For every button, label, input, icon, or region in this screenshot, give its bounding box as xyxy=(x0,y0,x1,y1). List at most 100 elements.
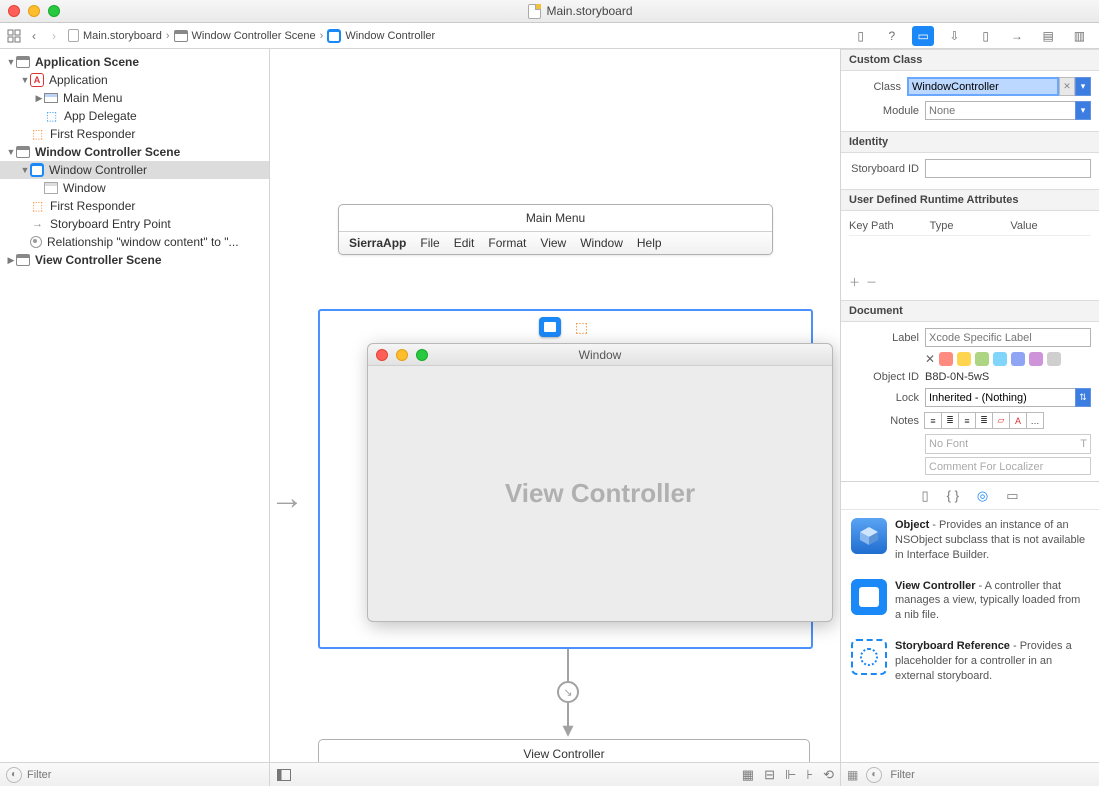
grid-icon[interactable]: ▦ xyxy=(742,767,754,783)
library-item-view-controller[interactable]: View Controller - A controller that mana… xyxy=(841,571,1099,632)
menu-icon xyxy=(44,93,58,103)
scene-row-window-controller[interactable]: ▼Window Controller Scene xyxy=(0,143,269,161)
code-snippet-library-tab[interactable]: { } xyxy=(947,488,959,503)
attributes-inspector-tab[interactable]: ⇩ xyxy=(943,26,965,46)
color-swatch[interactable] xyxy=(1047,352,1061,366)
embed-icon[interactable]: ⊟ xyxy=(764,767,775,783)
font-picker-icon[interactable]: T xyxy=(1080,438,1087,450)
window-object[interactable]: Window View Controller xyxy=(367,343,833,622)
item-first-responder[interactable]: ⬚First Responder xyxy=(0,125,269,143)
storyboard-id-field[interactable] xyxy=(925,159,1091,178)
item-window[interactable]: Window xyxy=(0,179,269,197)
relationship-segue[interactable]: ↘ ▾ xyxy=(548,649,588,741)
color-swatch[interactable] xyxy=(1011,352,1025,366)
module-field[interactable] xyxy=(925,101,1075,120)
menu-item[interactable]: Help xyxy=(637,236,662,250)
align-icon[interactable]: ⊩ xyxy=(785,767,796,783)
minimize-icon[interactable] xyxy=(28,5,40,17)
grid-view-icon[interactable]: ▦ xyxy=(847,768,858,782)
color-swatch[interactable] xyxy=(1029,352,1043,366)
strikethrough-icon[interactable]: ▱ xyxy=(992,412,1010,429)
pin-icon[interactable]: ⊦ xyxy=(806,767,813,783)
more-notes-icon[interactable]: … xyxy=(1026,412,1044,429)
lock-dropdown-icon[interactable]: ⇅ xyxy=(1075,388,1091,407)
filter-icon[interactable]: ◐ xyxy=(866,767,882,783)
remove-attribute-button[interactable]: － xyxy=(866,274,877,290)
library-filter-input[interactable] xyxy=(890,769,1093,781)
media-library-tab[interactable]: ▭ xyxy=(1006,488,1018,504)
module-label: Module xyxy=(849,105,919,117)
size-inspector-tab[interactable]: ▯ xyxy=(975,26,997,46)
first-responder-dock-icon[interactable]: ⬚ xyxy=(571,317,593,337)
menu-item[interactable]: File xyxy=(420,236,439,250)
class-dropdown-icon[interactable]: ▾ xyxy=(1075,77,1091,96)
class-field[interactable] xyxy=(907,77,1059,96)
forward-icon[interactable]: › xyxy=(46,28,62,44)
effects-inspector-tab[interactable]: ▥ xyxy=(1068,26,1090,46)
outline-filter-input[interactable] xyxy=(27,769,263,781)
object-library-tab[interactable]: ◎ xyxy=(977,488,988,504)
color-swatch[interactable] xyxy=(957,352,971,366)
color-swatch[interactable] xyxy=(939,352,953,366)
file-inspector-tab[interactable]: ▯ xyxy=(850,26,872,46)
library-item-storyboard-reference[interactable]: Storyboard Reference - Provides a placeh… xyxy=(841,631,1099,692)
class-clear-icon[interactable]: ✕ xyxy=(1059,77,1075,96)
window-controller-dock-icon[interactable] xyxy=(539,317,561,337)
close-icon[interactable] xyxy=(8,5,20,17)
item-relationship[interactable]: Relationship "window content" to "... xyxy=(0,233,269,251)
align-justify-icon[interactable]: ≣ xyxy=(975,412,993,429)
highlight-icon[interactable]: A xyxy=(1009,412,1027,429)
window-controller-scene[interactable]: ⬚ Window View Controller xyxy=(318,309,813,649)
doc-label-field[interactable] xyxy=(925,328,1091,347)
lock-field[interactable] xyxy=(925,388,1075,407)
align-center-icon[interactable]: ≣ xyxy=(941,412,959,429)
scene-dock: ⬚ xyxy=(539,317,593,337)
zoom-icon[interactable] xyxy=(48,5,60,17)
item-application[interactable]: ▼Application xyxy=(0,71,269,89)
item-window-controller[interactable]: ▼Window Controller xyxy=(0,161,269,179)
library-item-object[interactable]: Object - Provides an instance of an NSOb… xyxy=(841,510,1099,571)
menu-item[interactable]: Window xyxy=(580,236,623,250)
bindings-inspector-tab[interactable]: ▤ xyxy=(1037,26,1059,46)
item-main-menu[interactable]: ▶Main Menu xyxy=(0,89,269,107)
color-swatch[interactable] xyxy=(975,352,989,366)
inspector-panel: ▯ ? ▭ ⇩ ▯ → ▤ ▥ Custom Class Class ✕ ▾ M… xyxy=(841,49,1099,786)
menu-item[interactable]: Edit xyxy=(454,236,475,250)
menu-item[interactable]: Format xyxy=(488,236,526,250)
main-menu-object[interactable]: Main Menu SierraApp File Edit Format Vie… xyxy=(338,204,773,255)
crumb-file[interactable]: Main.storyboard xyxy=(68,29,162,42)
storyboard-canvas[interactable]: → Main Menu SierraApp File Edit Format V… xyxy=(270,49,841,786)
window-controller-icon xyxy=(30,163,44,177)
connections-inspector-tab[interactable]: → xyxy=(1006,26,1028,46)
menu-item[interactable]: SierraApp xyxy=(349,236,406,250)
add-attribute-button[interactable]: ＋ xyxy=(849,274,860,290)
align-left-icon[interactable]: ≡ xyxy=(924,412,942,429)
file-template-library-tab[interactable]: ▯ xyxy=(921,488,928,504)
storyboard-reference-icon xyxy=(851,639,887,675)
quick-help-tab[interactable]: ? xyxy=(881,26,903,46)
color-swatch[interactable] xyxy=(993,352,1007,366)
identity-inspector-tab[interactable]: ▭ xyxy=(912,26,934,46)
font-button[interactable]: No Font T xyxy=(925,434,1091,454)
scene-row-view-controller[interactable]: ▶View Controller Scene xyxy=(0,251,269,269)
document-outline: ▼Application Scene ▼Application ▶Main Me… xyxy=(0,49,270,786)
window-titlebar: Main.storyboard xyxy=(0,0,1099,23)
related-items-icon[interactable] xyxy=(6,28,22,44)
breadcrumb: Main.storyboard › Window Controller Scen… xyxy=(68,29,435,43)
filter-icon[interactable]: ◐ xyxy=(6,767,22,783)
toggle-outline-icon[interactable] xyxy=(276,767,292,783)
item-first-responder-2[interactable]: ⬚First Responder xyxy=(0,197,269,215)
module-dropdown-icon[interactable]: ▾ xyxy=(1075,101,1091,120)
align-right-icon[interactable]: ≡ xyxy=(958,412,976,429)
resolve-icon[interactable]: ⟲ xyxy=(823,767,834,783)
scene-row-application[interactable]: ▼Application Scene xyxy=(0,53,269,71)
item-app-delegate[interactable]: ⬚App Delegate xyxy=(0,107,269,125)
crumb-controller[interactable]: Window Controller xyxy=(327,29,435,43)
object-id-label: Object ID xyxy=(849,371,919,383)
item-entry-point[interactable]: →Storyboard Entry Point xyxy=(0,215,269,233)
localizer-comment-field[interactable]: Comment For Localizer xyxy=(925,457,1091,475)
menu-item[interactable]: View xyxy=(540,236,566,250)
back-icon[interactable]: ‹ xyxy=(26,28,42,44)
no-color-icon[interactable]: ✕ xyxy=(925,352,935,366)
crumb-scene[interactable]: Window Controller Scene xyxy=(174,30,316,42)
